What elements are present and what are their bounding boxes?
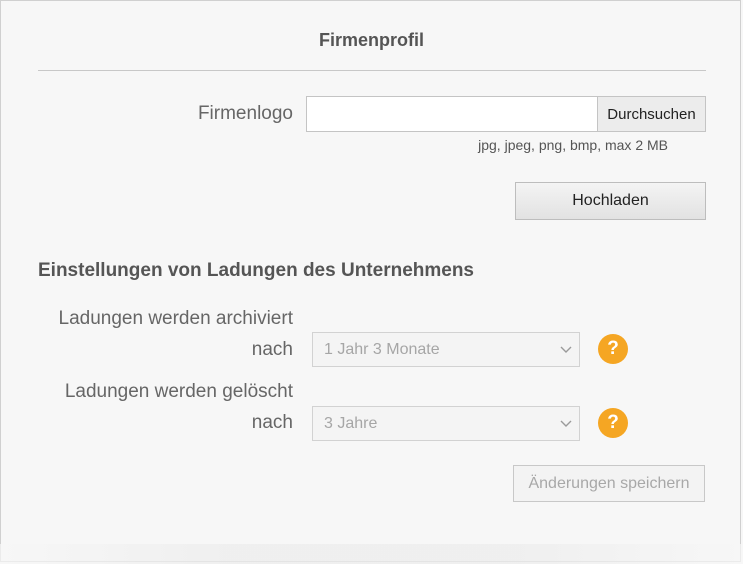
archive-setting-label-suffix: nach bbox=[251, 339, 293, 360]
upload-button[interactable]: Hochladen bbox=[515, 182, 706, 220]
delete-period-value: 3 Jahre bbox=[324, 415, 378, 432]
delete-setting-label: Ladungen werden gelöscht bbox=[64, 381, 293, 402]
load-settings-heading: Einstellungen von Ladungen des Unternehm… bbox=[38, 260, 474, 281]
delete-period-select[interactable]: 3 Jahre bbox=[312, 406, 580, 441]
title-divider bbox=[38, 70, 706, 71]
archive-period-select[interactable]: 1 Jahr 3 Monate bbox=[312, 332, 580, 367]
bottom-shadow bbox=[0, 544, 743, 564]
save-changes-button[interactable]: Änderungen speichern bbox=[513, 465, 705, 502]
logo-file-picker: Durchsuchen bbox=[306, 96, 706, 132]
file-type-hint: jpg, jpeg, png, bmp, max 2 MB bbox=[478, 137, 668, 153]
delete-setting-label-suffix: nach bbox=[251, 412, 293, 433]
chevron-down-icon bbox=[560, 346, 572, 353]
company-logo-label: Firmenlogo bbox=[197, 103, 293, 124]
chevron-down-icon bbox=[560, 420, 572, 427]
archive-period-value: 1 Jahr 3 Monate bbox=[324, 341, 440, 358]
archive-help-icon[interactable]: ? bbox=[598, 334, 628, 364]
archive-setting-label: Ladungen werden archiviert bbox=[58, 308, 294, 329]
delete-help-icon[interactable]: ? bbox=[598, 408, 628, 438]
panel-title: Firmenprofil bbox=[318, 30, 424, 50]
logo-file-input[interactable] bbox=[307, 97, 597, 131]
browse-button[interactable]: Durchsuchen bbox=[597, 97, 705, 131]
